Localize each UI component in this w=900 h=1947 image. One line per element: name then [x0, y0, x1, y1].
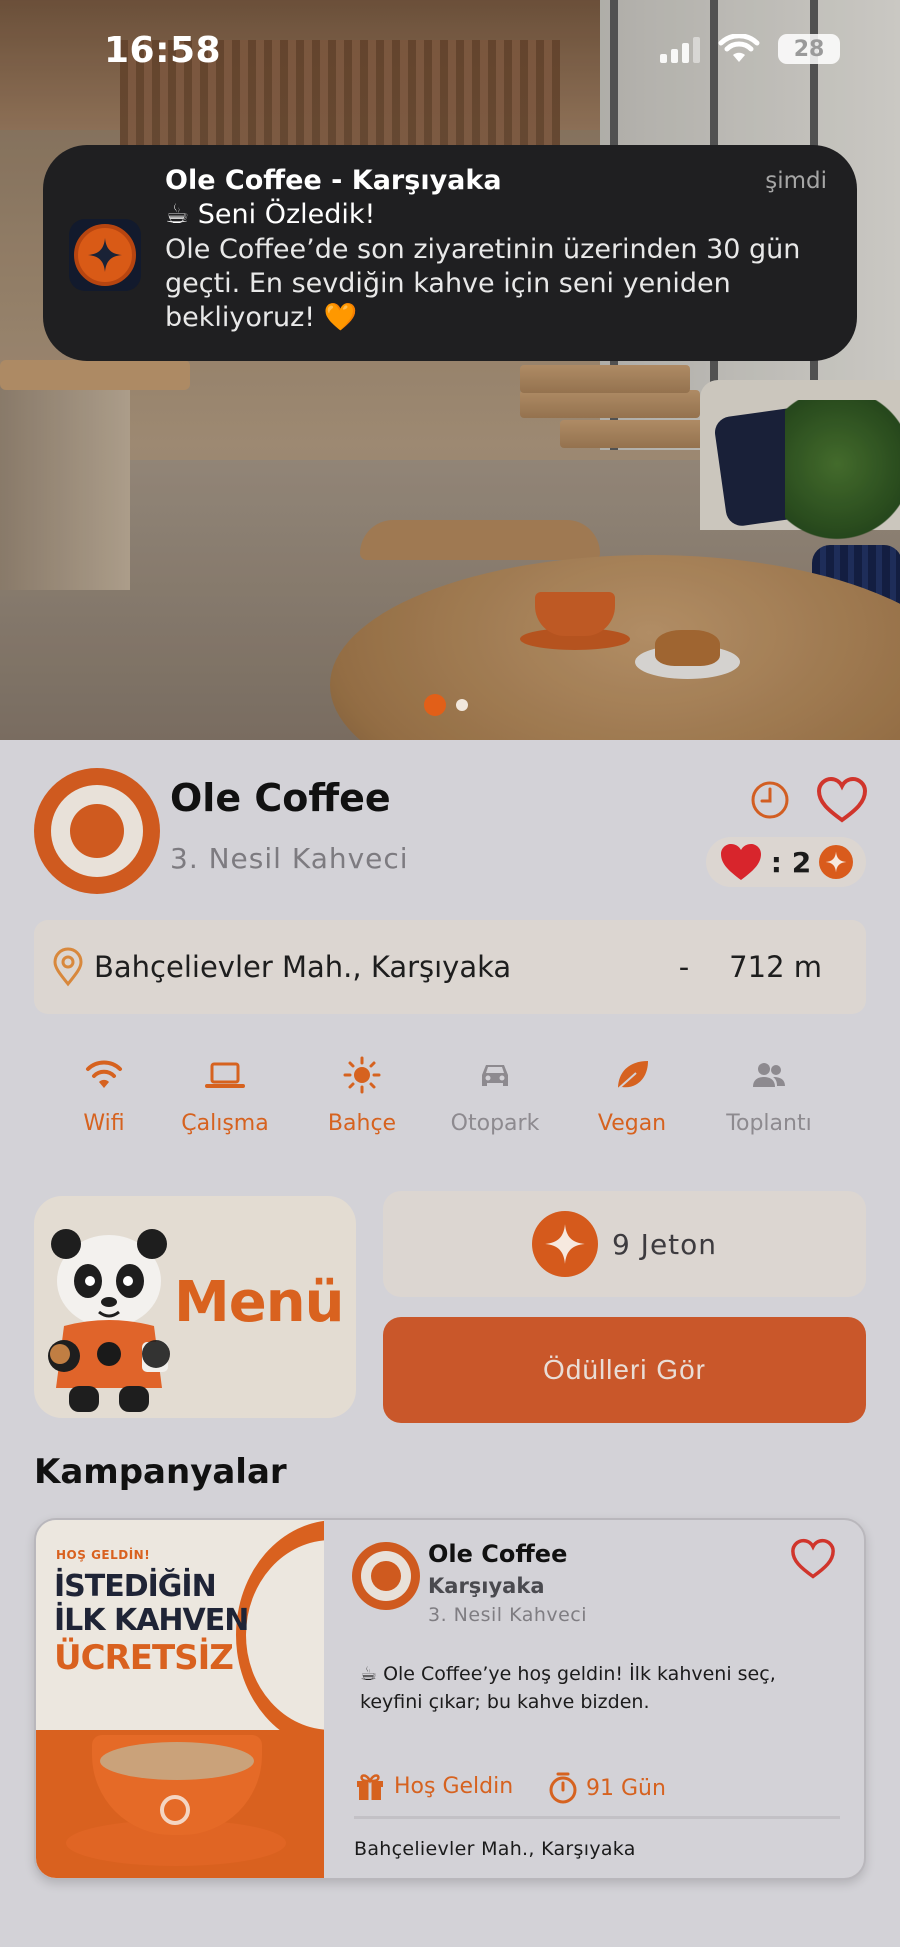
campaigns-title: Kampanyalar [34, 1452, 287, 1492]
campaign-store-type: 3. Nesil Kahveci [428, 1604, 588, 1626]
location-pin-icon [53, 947, 83, 987]
campaign-image: HOŞ GELDİN! İSTEDİĞİN İLK KAHVEN ÜCRETSİ… [36, 1520, 324, 1878]
campaign-image-highlight: ÜCRETSİZ [54, 1638, 234, 1678]
timer-icon [549, 1772, 577, 1804]
gift-icon [357, 1774, 383, 1800]
campaign-store-logo [352, 1542, 420, 1610]
notification-time: şimdi [765, 168, 827, 194]
store-logo [34, 768, 160, 894]
amenity-garden: Bahçe [302, 1055, 422, 1136]
sun-icon [343, 1056, 381, 1094]
wifi-icon [86, 1060, 122, 1088]
address-separator: - [678, 950, 690, 984]
campaign-address: Bahçelievler Mah., Karşıyaka [354, 1838, 636, 1860]
campaign-description: ☕ Ole Coffee’ye hoş geldin! İlk kahveni … [360, 1663, 776, 1713]
favorite-heart-icon[interactable] [816, 776, 868, 824]
address-text: Bahçelievler Mah., Karşıyaka [94, 950, 512, 984]
carousel-dot-active[interactable] [424, 694, 446, 716]
campaign-store-name: Ole Coffee [428, 1540, 568, 1568]
notification-subtitle: ☕ Seni Özledik! [165, 199, 376, 230]
distance-text: 712 m [729, 950, 822, 984]
sparkle-icon [88, 238, 122, 272]
amenity-vegan: Vegan [572, 1055, 692, 1136]
status-icons: 28 [660, 34, 840, 64]
carousel-indicator [424, 694, 468, 716]
notification-body: Ole Coffee’de son ziyaretinin üzerinden … [165, 234, 801, 333]
store-name: Ole Coffee [170, 776, 391, 820]
menu-label: Menü [174, 1270, 344, 1335]
people-icon [753, 1063, 785, 1087]
campaign-favorite-heart-icon[interactable] [790, 1538, 836, 1580]
campaign-duration: 91 Gün [548, 1772, 666, 1804]
campaign-image-kicker: HOŞ GELDİN! [56, 1548, 151, 1562]
loyalty-badge: : 2 [706, 837, 866, 887]
menu-card[interactable]: Menü [34, 1196, 356, 1418]
campaign-store-location: Karşıyaka [428, 1574, 545, 1598]
token-icon [819, 845, 854, 879]
heart-filled-icon [720, 844, 761, 880]
wifi-status-icon [718, 34, 760, 62]
campaign-image-headline: İSTEDİĞİN İLK KAHVEN [54, 1569, 249, 1638]
cellular-signal-icon [660, 35, 700, 63]
store-type: 3. Nesil Kahveci [170, 842, 409, 875]
token-balance[interactable]: 9 Jeton [383, 1191, 866, 1297]
loyalty-ratio: : 2 [770, 845, 812, 879]
divider [354, 1816, 840, 1819]
campaign-card[interactable]: HOŞ GELDİN! İSTEDİĞİN İLK KAHVEN ÜCRETSİ… [34, 1518, 866, 1880]
token-label: 9 Jeton [611, 1227, 718, 1261]
hero-carousel[interactable] [0, 0, 900, 740]
leaf-icon [617, 1061, 648, 1090]
amenity-work: Çalışma [165, 1055, 285, 1136]
battery-icon: 28 [778, 34, 840, 64]
campaign-type-tag: Hoş Geldin [354, 1770, 513, 1802]
token-icon [531, 1211, 598, 1277]
amenity-wifi: Wifi [44, 1055, 164, 1136]
carousel-dot[interactable] [456, 699, 468, 711]
view-rewards-button[interactable]: Ödülleri Gör [383, 1317, 866, 1423]
car-icon [482, 1065, 508, 1086]
panda-mascot-icon [48, 1229, 170, 1412]
app-icon [69, 219, 141, 291]
clock-icon[interactable] [749, 779, 791, 821]
amenity-parking: Otopark [435, 1055, 555, 1136]
laptop-icon [205, 1062, 245, 1088]
push-notification[interactable]: Ole Coffee - Karşıyaka şimdi ☕ Seni Özle… [43, 145, 857, 361]
address-bar[interactable]: Bahçelievler Mah., Karşıyaka - 712 m [34, 920, 866, 1014]
status-time: 16:58 [104, 30, 222, 71]
amenity-meeting: Toplantı [709, 1055, 829, 1136]
notification-app-name: Ole Coffee - Karşıyaka [165, 165, 502, 196]
